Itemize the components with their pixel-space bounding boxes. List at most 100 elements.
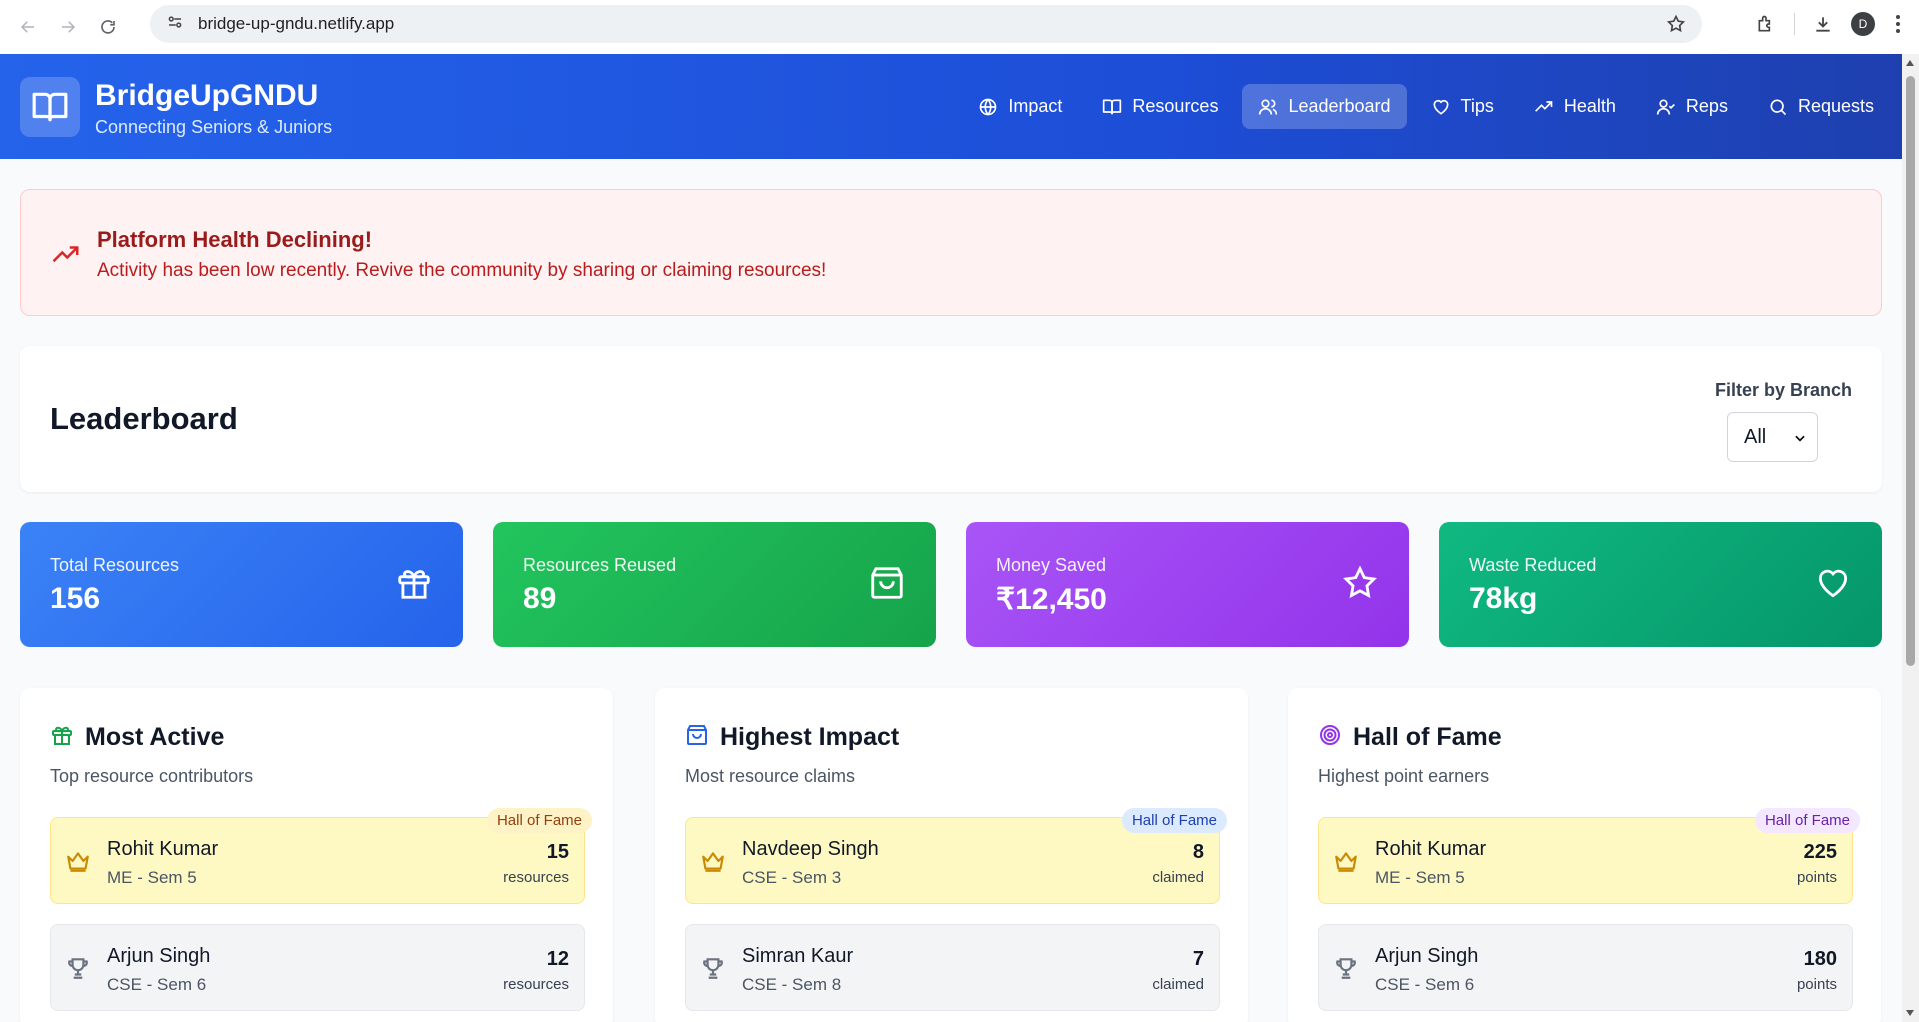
trophy-icon [703, 958, 723, 979]
nav-health[interactable]: Health [1518, 84, 1632, 129]
hall-of-fame-badge: Hall of Fame [1754, 808, 1860, 833]
panel-title: Hall of Fame [1353, 723, 1502, 751]
list-item[interactable]: Arjun Singh CSE - Sem 6 12 resources [50, 924, 585, 1011]
shopping-bag-icon [687, 725, 707, 745]
user-name: Navdeep Singh [742, 838, 879, 860]
stat-waste-reduced: Waste Reduced 78kg [1439, 522, 1882, 647]
panel-title: Most Active [85, 723, 225, 751]
forward-icon[interactable] [48, 7, 88, 47]
user-count-unit: points [1796, 869, 1837, 886]
stat-value: ₹12,450 [996, 583, 1107, 616]
avatar[interactable]: D [1851, 12, 1875, 36]
nav-health-label: Health [1563, 96, 1616, 116]
user-count-unit: resources [503, 869, 569, 886]
page-title: Leaderboard [50, 401, 238, 436]
trophy-icon [1336, 958, 1356, 979]
nav-impact-label: Impact [1008, 96, 1063, 116]
book-open-logo-icon[interactable] [20, 77, 80, 137]
scrollbar-thumb[interactable] [1906, 76, 1915, 666]
nav-requests[interactable]: Requests [1752, 84, 1890, 129]
alert-title: Platform Health Declining! [97, 227, 373, 252]
crown-icon [67, 852, 89, 872]
scroll-down-arrow-icon[interactable] [1906, 1010, 1914, 1016]
user-count-unit: resources [503, 976, 569, 993]
download-icon[interactable] [1803, 14, 1843, 34]
nav-leaderboard-label: Leaderboard [1288, 96, 1391, 116]
stat-value: 156 [50, 582, 101, 615]
user-count-unit: points [1796, 976, 1837, 993]
panel-title: Highest Impact [720, 723, 900, 751]
scroll-up-arrow-icon[interactable] [1906, 60, 1914, 66]
panel-highest-impact: Highest Impact Most resource claims Navd… [655, 688, 1248, 1022]
panel-subtitle: Highest point earners [1318, 766, 1490, 786]
health-alert: Platform Health Declining! Activity has … [20, 189, 1882, 316]
list-item[interactable]: Arjun Singh CSE - Sem 6 180 points [1318, 924, 1853, 1011]
address-bar[interactable]: bridge-up-gndu.netlify.app [150, 5, 1702, 43]
list-item[interactable]: Navdeep Singh CSE - Sem 3 8 claimed Hall… [685, 808, 1227, 904]
stat-value: 78kg [1469, 582, 1538, 615]
stat-value: 89 [523, 582, 557, 615]
nav-tips[interactable]: Tips [1415, 84, 1510, 129]
main-nav: Impact Resources Leaderboard Tips Health… [962, 84, 1890, 129]
stat-label: Waste Reduced [1469, 555, 1597, 575]
menu-dots-icon[interactable] [1883, 14, 1913, 34]
panel-hall-of-fame: Hall of Fame Highest point earners Rohit… [1288, 688, 1881, 1022]
nav-reps-label: Reps [1685, 96, 1728, 116]
nav-leaderboard[interactable]: Leaderboard [1242, 84, 1407, 129]
reload-icon[interactable] [88, 7, 128, 47]
users-icon [1259, 99, 1278, 115]
toolbar-divider [1794, 13, 1795, 35]
nav-resources[interactable]: Resources [1086, 84, 1234, 129]
chevron-down-icon [1795, 435, 1805, 442]
extensions-icon[interactable] [1746, 14, 1786, 34]
leaderboard-header: Leaderboard Filter by Branch All [20, 346, 1882, 492]
star-icon [1343, 565, 1377, 599]
trending-up-icon [51, 240, 81, 275]
heart-icon [1433, 99, 1449, 115]
globe-icon [980, 98, 997, 115]
user-count: 12 [546, 948, 569, 970]
user-name: Arjun Singh [107, 945, 211, 967]
search-icon [1770, 99, 1787, 115]
stat-money-saved: Money Saved ₹12,450 [966, 522, 1409, 647]
trophy-icon [68, 958, 88, 979]
user-count-unit: claimed [1152, 869, 1204, 886]
heart-icon [1818, 569, 1848, 598]
brand-title[interactable]: BridgeUpGNDU [95, 79, 318, 113]
user-count-unit: claimed [1152, 976, 1204, 993]
stat-label: Money Saved [996, 555, 1107, 575]
nav-reps[interactable]: Reps [1640, 84, 1744, 129]
stat-label: Total Resources [50, 555, 180, 575]
crown-icon [702, 852, 724, 872]
nav-resources-label: Resources [1132, 96, 1219, 116]
stat-total-resources: Total Resources 156 [20, 522, 463, 647]
nav-tips-label: Tips [1460, 96, 1494, 116]
back-icon[interactable] [8, 7, 48, 47]
profile-avatar[interactable]: D [1843, 12, 1883, 36]
user-count: 15 [546, 841, 569, 863]
brand-subtitle: Connecting Seniors & Juniors [95, 117, 333, 137]
user-count: 180 [1803, 948, 1837, 970]
list-item[interactable]: Simran Kaur CSE - Sem 8 7 claimed [685, 924, 1220, 1011]
user-meta: CSE - Sem 3 [742, 868, 842, 887]
user-meta: CSE - Sem 8 [742, 975, 842, 994]
user-name: Simran Kaur [742, 945, 854, 967]
target-icon [1320, 725, 1340, 745]
user-meta: CSE - Sem 6 [1375, 975, 1475, 994]
list-item[interactable]: Rohit Kumar ME - Sem 5 225 points Hall o… [1318, 808, 1860, 904]
list-item[interactable]: Rohit Kumar ME - Sem 5 15 resources Hall… [50, 808, 592, 904]
hall-of-fame-badge: Hall of Fame [486, 808, 592, 833]
url-text[interactable]: bridge-up-gndu.netlify.app [198, 14, 394, 34]
page-scrollbar[interactable] [1902, 54, 1919, 1022]
nav-impact[interactable]: Impact [962, 84, 1078, 129]
user-meta: ME - Sem 5 [1375, 868, 1465, 887]
user-name: Rohit Kumar [107, 838, 219, 860]
panel-subtitle: Top resource contributors [50, 766, 254, 786]
bookmark-star-icon[interactable] [1666, 14, 1686, 39]
site-info-icon[interactable] [166, 13, 184, 36]
branch-filter-select[interactable]: All [1727, 412, 1818, 462]
trending-up-icon [1534, 100, 1553, 112]
browser-toolbar: bridge-up-gndu.netlify.app D [0, 0, 1919, 54]
user-meta: ME - Sem 5 [107, 868, 197, 887]
crown-icon [1335, 852, 1357, 872]
